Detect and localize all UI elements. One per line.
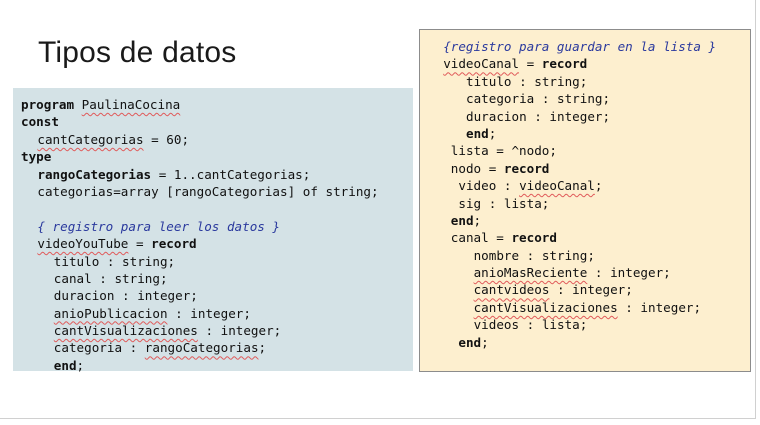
code-keyword: rangoCategorias [37, 166, 152, 182]
code-keyword: type [21, 149, 52, 165]
code-text: : integer; [197, 323, 282, 339]
code-keyword: record [503, 160, 550, 176]
code-line: end; [420, 334, 750, 351]
code-line: videos : lista; [420, 316, 750, 333]
code-text: = [519, 56, 542, 72]
code-keyword: end [450, 212, 474, 228]
code-line: nodo = record [420, 160, 750, 177]
code-line: anioMasReciente : integer; [420, 264, 750, 281]
code-identifier: videoCanal [443, 56, 520, 72]
code-line: video : videoCanal; [420, 177, 750, 194]
code-line: cantCategorias = 60; [13, 131, 413, 148]
code-line: categoria : rangoCategorias; [13, 339, 413, 356]
code-text: videos : lista; [473, 317, 588, 333]
code-line: anioPublicacion : integer; [13, 305, 413, 322]
slide-title: Tipos de datos [38, 36, 237, 69]
code-line: categorias=array [rangoCategorias] of st… [13, 183, 413, 200]
code-line: {registro para guardar en la lista } [420, 38, 750, 55]
code-identifier: cantCategorias [37, 131, 144, 147]
code-line: end; [420, 125, 750, 142]
code-line: duracion : integer; [420, 108, 750, 125]
code-text: ; [76, 357, 85, 373]
code-comment: { registro para leer los datos } [37, 218, 281, 234]
code-line: { registro para leer los datos } [13, 218, 413, 235]
code-keyword: end [458, 334, 482, 350]
code-line: end; [13, 357, 413, 374]
code-text: : integer; [549, 282, 633, 298]
code-identifier: anioMasReciente [473, 265, 588, 281]
code-line: titulo : string; [420, 73, 750, 90]
code-text: titulo : string; [53, 253, 176, 269]
code-text: = 1..cantCategorias; [151, 166, 311, 182]
code-text: ; [473, 212, 482, 228]
code-line: end; [420, 212, 750, 229]
code-text: ; [594, 178, 603, 194]
code-text: nombre : string; [473, 247, 595, 263]
code-line: program PaulinaCocina [13, 96, 413, 113]
code-text: canal = [450, 230, 512, 246]
code-line: duracion : integer; [13, 287, 413, 304]
code-identifier: rangoCategorias [144, 340, 259, 356]
code-line: categoria : string; [420, 90, 750, 107]
code-line: type [13, 148, 413, 165]
slide: Tipos de datos program PaulinaCocina cons… [0, 0, 756, 419]
code-identifier: videoCanal [519, 178, 595, 194]
code-text: categoria : string; [466, 91, 611, 107]
code-identifier: videoYouTube [37, 236, 129, 252]
code-keyword: record [151, 236, 197, 252]
code-text: duracion : integer; [53, 288, 198, 304]
code-keyword: record [511, 230, 557, 246]
code-text: = [128, 236, 152, 252]
code-text: nodo = [450, 160, 504, 176]
code-line: const [13, 113, 413, 130]
code-text: categoria : [53, 340, 145, 356]
code-line: lista = ^nodo; [420, 142, 750, 159]
code-line: canal = record [420, 229, 750, 246]
code-text: : integer; [587, 265, 671, 281]
code-text: canal : string; [53, 270, 168, 286]
code-comment: {registro para guardar en la lista } [443, 39, 717, 54]
code-text: sig : lista; [458, 195, 550, 211]
code-text: ; [488, 125, 497, 141]
code-text: : integer; [167, 305, 251, 321]
code-text: titulo : string; [466, 73, 588, 89]
code-identifier: cantvideos [473, 282, 550, 298]
code-text: ; [258, 340, 267, 356]
code-keyword: record [541, 56, 588, 72]
code-keyword: program [21, 97, 75, 112]
code-line: rangoCategorias = 1..cantCategorias; [13, 166, 413, 183]
code-line: nombre : string; [420, 247, 750, 264]
code-line: cantVisualizaciones : integer; [13, 322, 413, 339]
code-keyword: end [466, 125, 489, 141]
code-keyword: const [21, 114, 59, 130]
code-text: ; [481, 334, 489, 350]
code-text: lista = ^nodo; [450, 143, 557, 159]
code-text: : integer; [617, 299, 702, 315]
code-keyword: end [53, 357, 77, 373]
code-line: canal : string; [13, 270, 413, 287]
code-line: videoCanal = record [420, 55, 750, 72]
code-text: categorias=array [rangoCategorias] of st… [37, 183, 379, 199]
code-line: cantvideos : integer; [420, 281, 750, 298]
code-identifier: anioPublicacion [53, 305, 168, 321]
code-line: videoYouTube = record [13, 235, 413, 252]
code-text: = 60; [143, 131, 190, 147]
code-line: titulo : string; [13, 253, 413, 270]
code-identifier: cantVisualizaciones [53, 323, 198, 339]
left-code-block: program PaulinaCocina const cantCategorias… [13, 88, 413, 374]
right-code-block: {registro para guardar en la lista } vide… [419, 29, 751, 372]
code-text: duracion : integer; [466, 108, 611, 124]
code-identifier: cantVisualizaciones [473, 299, 618, 315]
code-text: video : [458, 178, 520, 194]
code-line: cantVisualizaciones : integer; [420, 299, 750, 316]
code-line: sig : lista; [420, 195, 750, 212]
code-identifier: PaulinaCocina [81, 97, 181, 112]
